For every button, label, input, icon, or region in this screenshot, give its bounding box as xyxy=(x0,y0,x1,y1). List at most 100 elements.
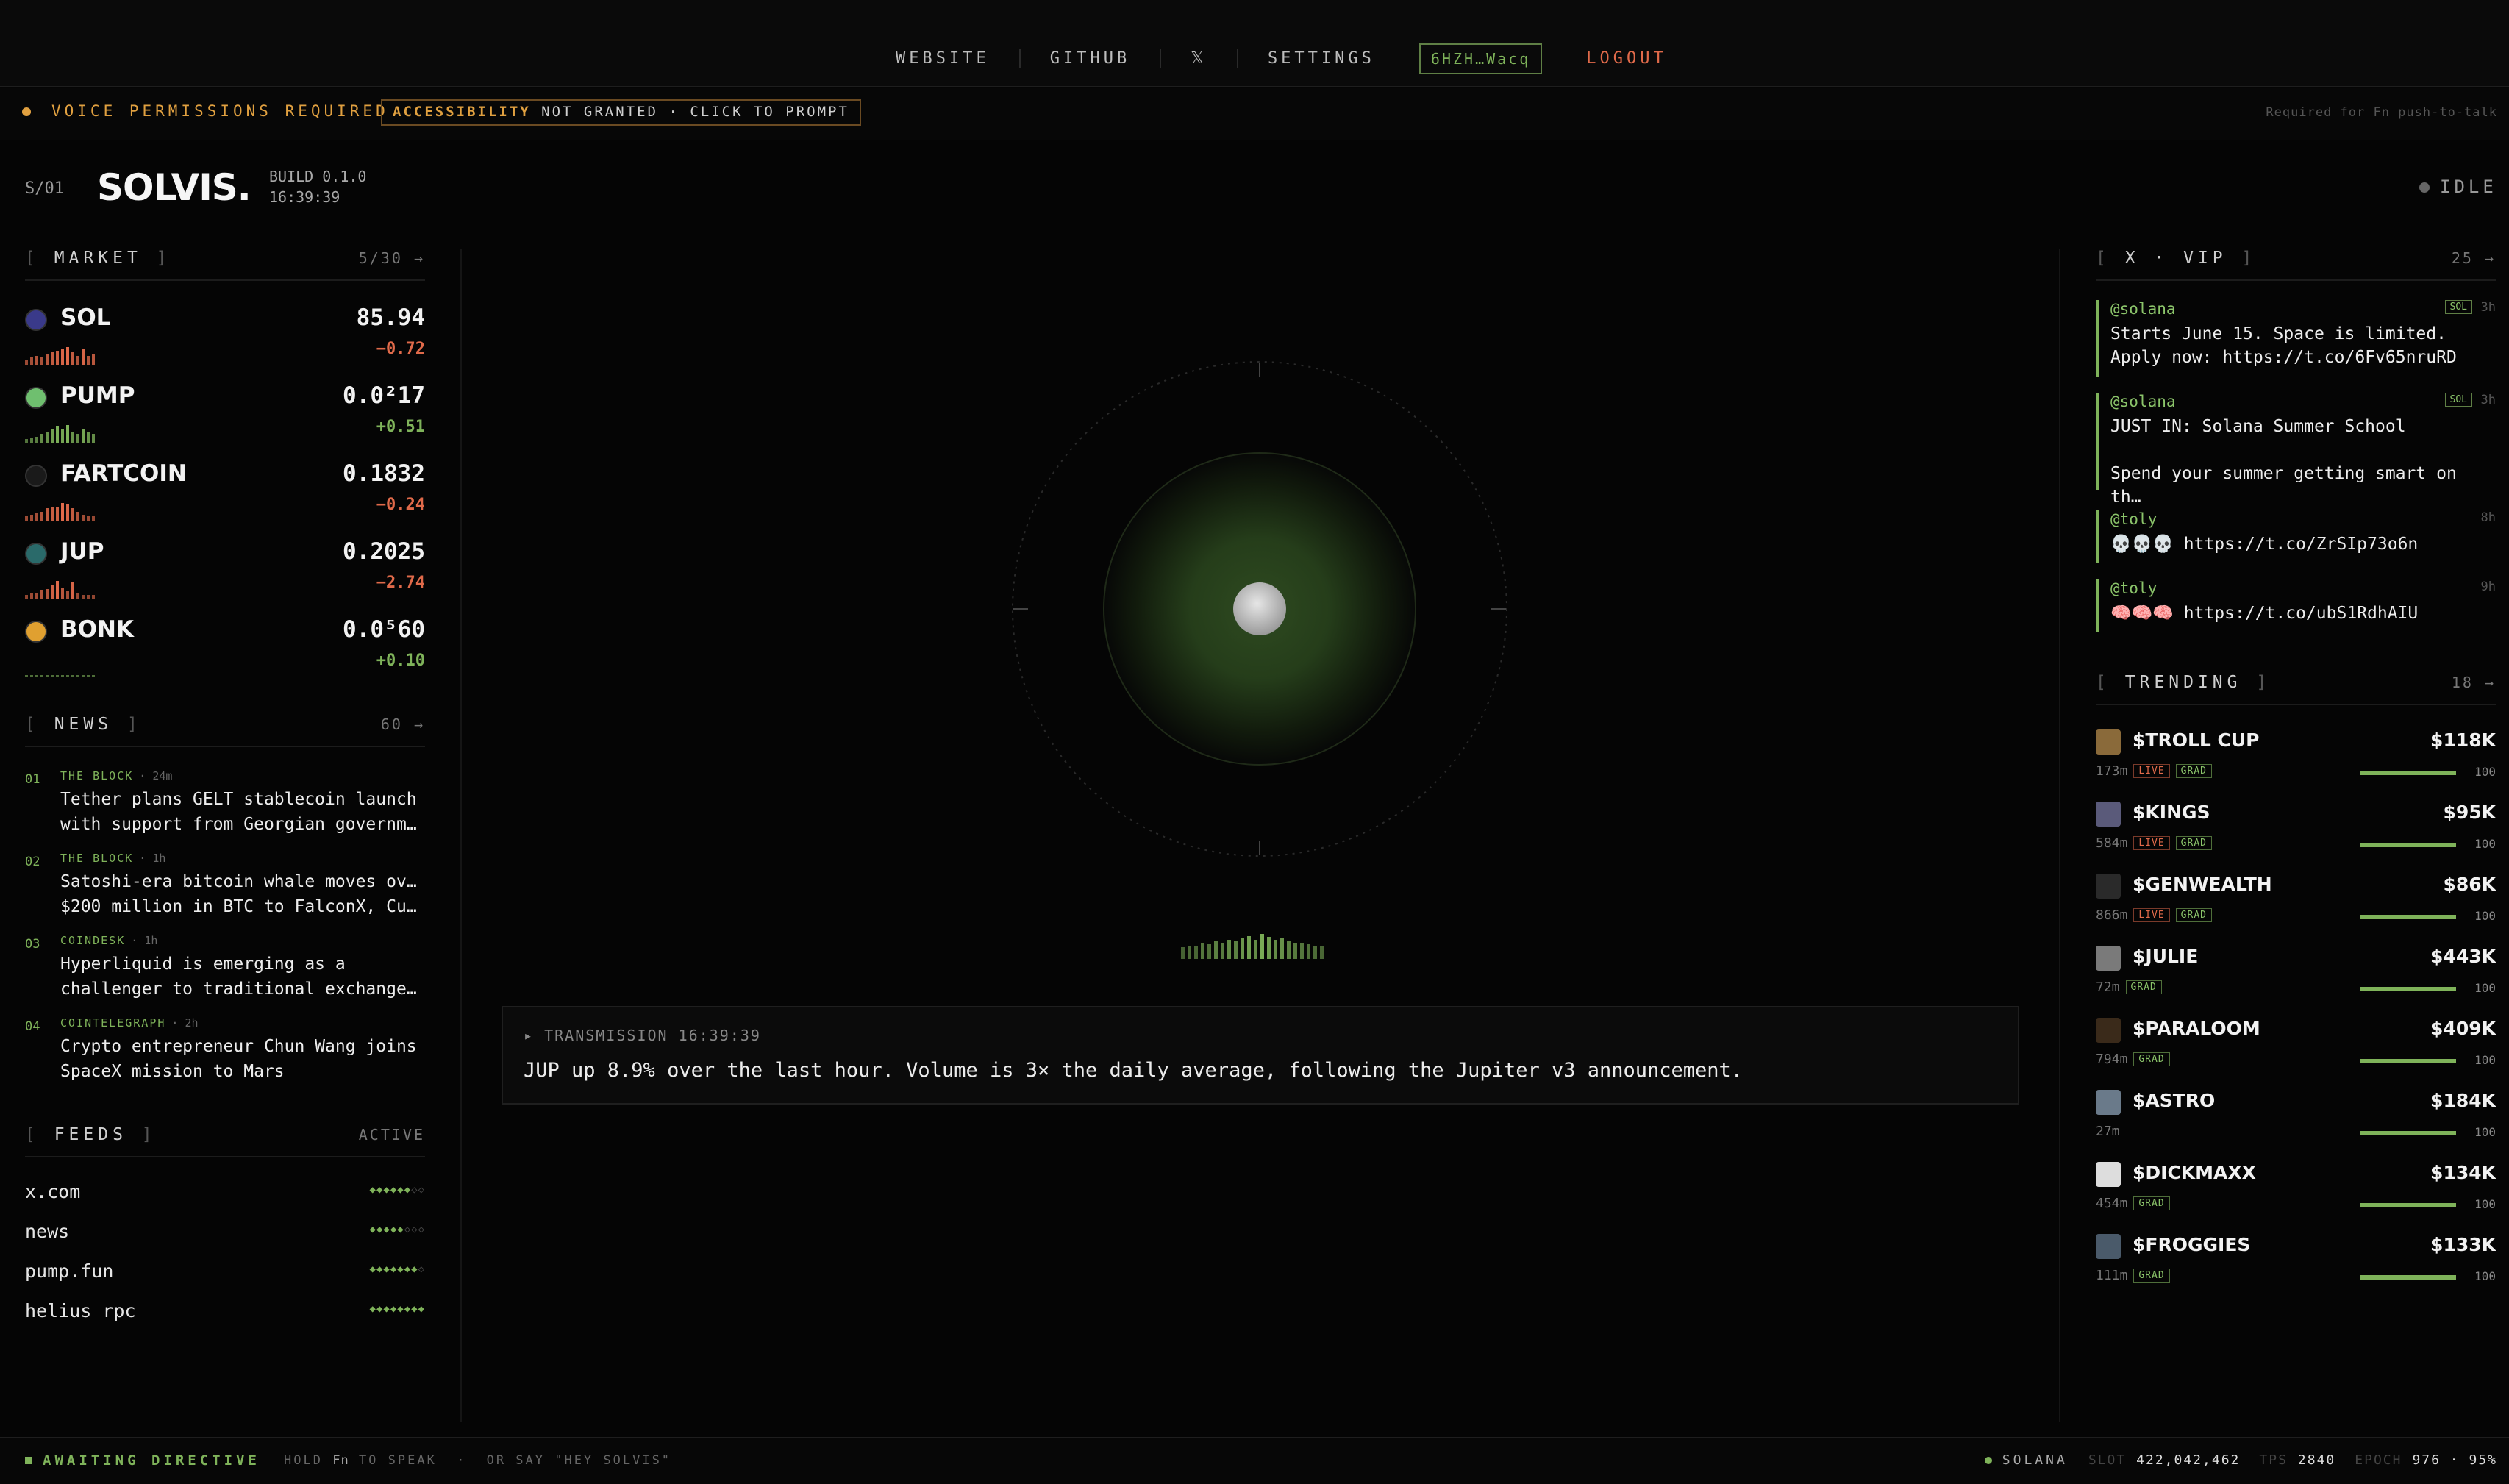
nav-settings-link[interactable]: SETTINGS xyxy=(1238,49,1405,68)
accessibility-prompt-button[interactable]: ACCESSIBILITY NOT GRANTED · CLICK TO PRO… xyxy=(381,99,861,126)
trending-token[interactable]: $ASTRO $184K 27m 100 xyxy=(2096,1085,2496,1153)
nav-x-link[interactable]: 𝕏 xyxy=(1161,49,1238,68)
vip-post[interactable]: @solana SOL 3h JUST IN: Solana Summer Schoo… xyxy=(2096,393,2496,507)
health-dot-on: ◆ xyxy=(383,1224,390,1235)
logout-button[interactable]: LOGOUT xyxy=(1557,49,1696,68)
vip-post[interactable]: @toly 8h 💀💀💀 https://t.co/ZrSIp73o6n xyxy=(2096,510,2496,563)
sparkline-bar xyxy=(76,593,79,599)
voice-permission-label: VOICE PERMISSIONS REQUIRED xyxy=(51,102,389,120)
health-dot-off: ◇ xyxy=(418,1184,425,1196)
health-dot-on: ◆ xyxy=(397,1263,404,1275)
sparkline-bar xyxy=(56,581,59,599)
token-age: 173m xyxy=(2096,763,2128,779)
accessibility-status: NOT GRANTED · CLICK TO PROMPT xyxy=(541,104,849,120)
health-dot-on: ◆ xyxy=(376,1184,384,1196)
token-symbol: SOL xyxy=(60,304,111,331)
news-item[interactable]: 01 THE BLOCK · 24m Tether plans GELT stable… xyxy=(25,769,425,843)
market-row[interactable]: PUMP 0.0²17 +0.51 xyxy=(25,379,425,453)
sparkline-bar xyxy=(40,675,43,677)
bonding-progress-bar xyxy=(2360,771,2456,775)
token-meta: 794m GRAD xyxy=(2096,1052,2170,1067)
token-market-cap: $118K xyxy=(2430,729,2496,751)
sparkline-bar xyxy=(30,515,33,521)
sparkline-bar xyxy=(87,516,90,521)
health-dot-on: ◆ xyxy=(397,1184,404,1196)
post-age: 8h xyxy=(2480,510,2496,525)
bonding-progress-label: 100 xyxy=(2474,1269,2496,1283)
market-row[interactable]: FARTCOIN 0.1832 −0.24 xyxy=(25,457,425,531)
grad-badge: GRAD xyxy=(2175,908,2212,922)
health-dot-on: ◆ xyxy=(397,1224,404,1235)
market-count-link[interactable]: 5/30 → xyxy=(359,249,425,267)
vip-post[interactable]: @toly 9h 🧠🧠🧠 https://t.co/ubS1RdhAIU xyxy=(2096,579,2496,632)
vip-post[interactable]: @solana SOL 3h Starts June 15. Space is lim… xyxy=(2096,300,2496,377)
bonding-progress-label: 100 xyxy=(2474,1053,2496,1067)
token-symbol: JUP xyxy=(60,538,104,565)
news-source: COINDESK · 1h xyxy=(60,934,157,947)
post-body: 🧠🧠🧠 https://t.co/ubS1RdhAIU xyxy=(2110,604,2419,623)
news-item[interactable]: 04 COINTELEGRAPH · 2h Crypto entrepreneur C… xyxy=(25,1016,425,1090)
trending-token[interactable]: $GENWEALTH $86K 866m LIVE GRAD 100 xyxy=(2096,869,2496,937)
news-item[interactable]: 03 COINDESK · 1h Hyperliquid is emerging as… xyxy=(25,934,425,1007)
trending-token[interactable]: $JULIE $443K 72m GRAD 100 xyxy=(2096,941,2496,1009)
top-bar: WEBSITE GITHUB 𝕏 SETTINGS 6HZH…Wacq LOGO… xyxy=(0,0,2509,87)
market-row[interactable]: SOL 85.94 −0.72 xyxy=(25,302,425,375)
sparkline-bar xyxy=(82,675,85,677)
trending-header: [ TRENDING ] 18 → xyxy=(2096,673,2496,705)
live-badge: LIVE xyxy=(2133,764,2170,778)
sparkline-bar xyxy=(87,675,90,677)
token-meta: 584m LIVE GRAD xyxy=(2096,835,2212,851)
market-row[interactable]: BONK 0.0⁵60 +0.10 xyxy=(25,613,425,687)
nav-github-link[interactable]: GITHUB xyxy=(1021,49,1162,68)
trending-token[interactable]: $FROGGIES $133K 111m GRAD 100 xyxy=(2096,1230,2496,1297)
token-change: +0.10 xyxy=(376,652,425,670)
sparkline-bar xyxy=(56,426,59,443)
health-dot-on: ◆ xyxy=(383,1303,390,1315)
nav-website-link[interactable]: WEBSITE xyxy=(866,49,1021,68)
sparkline-bar xyxy=(71,508,74,521)
health-dot-on: ◆ xyxy=(411,1303,418,1315)
token-price: 0.1832 xyxy=(343,460,425,487)
health-dot-on: ◆ xyxy=(376,1224,384,1235)
feed-health-meter: ◆◆◆◆◆◆◆◆ xyxy=(370,1303,426,1315)
voice-level-bar xyxy=(1280,938,1284,959)
sparkline-bar xyxy=(61,429,64,443)
voice-level-bar xyxy=(1194,946,1198,959)
token-meta: 454m GRAD xyxy=(2096,1196,2170,1211)
chain-status-dot-icon xyxy=(1984,1456,1992,1464)
status-footer: AWAITING DIRECTIVE HOLD Fn TO SPEAK · OR… xyxy=(0,1437,2509,1484)
wallet-address-button[interactable]: 6HZH…Wacq xyxy=(1418,43,1543,74)
post-handle: @solana xyxy=(2110,300,2176,318)
feed-name: news xyxy=(25,1221,70,1242)
token-sparkline xyxy=(25,657,95,677)
token-name: $ASTRO xyxy=(2133,1090,2216,1111)
token-meta: 173m LIVE GRAD xyxy=(2096,763,2212,779)
slot-value: 422,042,462 xyxy=(2136,1452,2241,1468)
news-count-link[interactable]: 60 → xyxy=(381,716,425,733)
market-row[interactable]: JUP 0.2025 −2.74 xyxy=(25,535,425,609)
news-item[interactable]: 02 THE BLOCK · 1h Satoshi-era bitcoin whale… xyxy=(25,852,425,925)
sparkline-bar xyxy=(51,507,54,521)
trending-token[interactable]: $PARALOOM $409K 794m GRAD 100 xyxy=(2096,1013,2496,1081)
voice-orb[interactable] xyxy=(1007,357,1512,861)
trending-token[interactable]: $TROLL CUP $118K 173m LIVE GRAD 100 xyxy=(2096,725,2496,793)
health-dot-on: ◆ xyxy=(390,1224,398,1235)
sparkline-bar xyxy=(87,432,90,443)
trending-count-link[interactable]: 18 → xyxy=(2452,674,2496,691)
token-sparkline xyxy=(25,346,95,365)
transmission-label: ▸ TRANSMISSION 16:39:39 xyxy=(524,1027,761,1044)
news-number: 01 xyxy=(25,772,40,787)
sparkline-bar xyxy=(82,429,85,443)
post-handle: @solana xyxy=(2110,393,2176,410)
news-headline: Crypto entrepreneur Chun Wang joins Space… xyxy=(60,1034,425,1084)
token-age: 866m xyxy=(2096,907,2128,923)
transmission-box: ▸ TRANSMISSION 16:39:39 JUP up 8.9% over… xyxy=(502,1006,2019,1105)
epoch-value: 976 · 95% xyxy=(2412,1452,2497,1468)
bonding-progress-bar xyxy=(2360,915,2456,919)
token-symbol: FARTCOIN xyxy=(60,460,187,487)
bonding-progress-label: 100 xyxy=(2474,765,2496,779)
vip-count-link[interactable]: 25 → xyxy=(2452,249,2496,267)
trending-token[interactable]: $KINGS $95K 584m LIVE GRAD 100 xyxy=(2096,797,2496,865)
sparkline-bar xyxy=(25,595,28,599)
trending-token[interactable]: $DICKMAXX $134K 454m GRAD 100 xyxy=(2096,1157,2496,1225)
